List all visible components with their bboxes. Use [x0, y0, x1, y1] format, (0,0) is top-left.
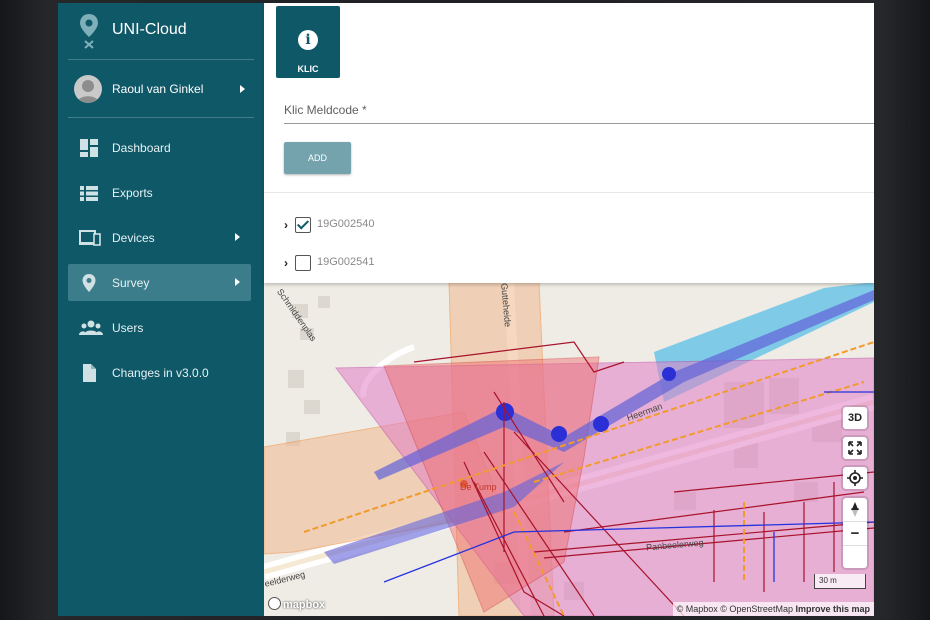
- street-label: De Tump: [460, 482, 497, 492]
- nav-label: Devices: [112, 231, 155, 245]
- chevron-right-icon: [235, 278, 240, 286]
- location-pin-icon: [82, 274, 96, 292]
- list-item: › 19G002540: [284, 215, 584, 235]
- app-title: UNI-Cloud: [112, 21, 187, 38]
- info-icon: i: [298, 30, 318, 50]
- brand: UNI-Cloud: [58, 3, 264, 59]
- item-checkbox[interactable]: [295, 217, 311, 233]
- nav-item-dashboard[interactable]: Dashboard: [68, 129, 251, 166]
- compass-button[interactable]: [843, 502, 867, 569]
- klic-code: 19G002541: [317, 256, 375, 268]
- list-item: › 19G002541: [284, 253, 584, 273]
- dashboard-icon: [80, 139, 98, 157]
- improve-map-link[interactable]: Improve this map: [795, 604, 870, 614]
- klic-panel: i KLIC Klic Meldcode * ADD › 19G002540 ›…: [264, 3, 874, 283]
- divider: [68, 59, 254, 60]
- nav-label: Survey: [112, 276, 150, 290]
- klic-tile-label: KLIC: [297, 64, 319, 74]
- divider: [68, 117, 254, 118]
- list-icon: [80, 186, 98, 201]
- mapbox-logo-text: mapbox: [283, 599, 326, 611]
- mapbox-logo[interactable]: mapbox: [268, 597, 325, 611]
- mapbox-attribution-link[interactable]: © Mapbox: [677, 604, 718, 614]
- nav-item-exports[interactable]: Exports: [68, 174, 251, 211]
- mapbox-logo-icon: [268, 597, 281, 610]
- user-name: Raoul van Ginkel: [112, 82, 204, 96]
- map-scale: 30 m: [814, 574, 866, 589]
- compass-icon: [852, 502, 858, 517]
- map-attribution: © Mapbox © OpenStreetMap Improve this ma…: [672, 602, 874, 616]
- nav-item-survey[interactable]: Survey: [68, 264, 251, 301]
- document-icon: [83, 364, 96, 382]
- nav-label: Changes in v3.0.0: [112, 366, 209, 380]
- users-icon: [79, 320, 103, 335]
- fullscreen-button[interactable]: [843, 437, 867, 459]
- sidebar: UNI-Cloud Raoul van Ginkel Dashboard Exp…: [58, 3, 264, 616]
- klic-tile[interactable]: i KLIC: [276, 6, 340, 78]
- klic-meldcode-input[interactable]: Klic Meldcode *: [284, 101, 874, 124]
- map-canvas: [264, 282, 874, 616]
- zoom-out-button[interactable]: −: [843, 522, 867, 546]
- devices-icon: [79, 230, 101, 246]
- osm-attribution-link[interactable]: © OpenStreetMap: [720, 604, 793, 614]
- app-screen: UNI-Cloud Raoul van Ginkel Dashboard Exp…: [58, 3, 874, 616]
- scale-label: 30 m: [819, 576, 837, 585]
- geolocate-button[interactable]: [843, 467, 867, 489]
- nav-label: Dashboard: [112, 141, 171, 155]
- map-view[interactable]: De Tump eelderweg Heerman Panbeelerweg G…: [264, 282, 874, 616]
- uni-cloud-logo-icon: [80, 14, 98, 49]
- chevron-right-icon: [235, 233, 240, 241]
- user-menu[interactable]: Raoul van Ginkel: [58, 65, 264, 113]
- avatar: [74, 75, 102, 103]
- item-checkbox[interactable]: [295, 255, 311, 271]
- fullscreen-icon: [848, 441, 862, 455]
- nav-label: Users: [112, 321, 144, 335]
- crosshair-icon: [847, 470, 863, 486]
- divider: [264, 192, 874, 193]
- nav-item-users[interactable]: Users: [68, 309, 251, 346]
- chevron-right-icon[interactable]: ›: [284, 218, 288, 232]
- chevron-right-icon[interactable]: ›: [284, 256, 288, 270]
- add-button[interactable]: ADD: [284, 142, 351, 174]
- nav-item-devices[interactable]: Devices: [68, 219, 251, 256]
- nav-item-changes[interactable]: Changes in v3.0.0: [68, 354, 251, 391]
- zoom-control: + −: [843, 498, 867, 568]
- nav-label: Exports: [112, 186, 153, 200]
- chevron-right-icon: [240, 85, 245, 93]
- 3d-toggle-button[interactable]: 3D: [843, 407, 867, 429]
- klic-code: 19G002540: [317, 218, 375, 230]
- klic-meldcode-placeholder: Klic Meldcode *: [284, 103, 367, 117]
